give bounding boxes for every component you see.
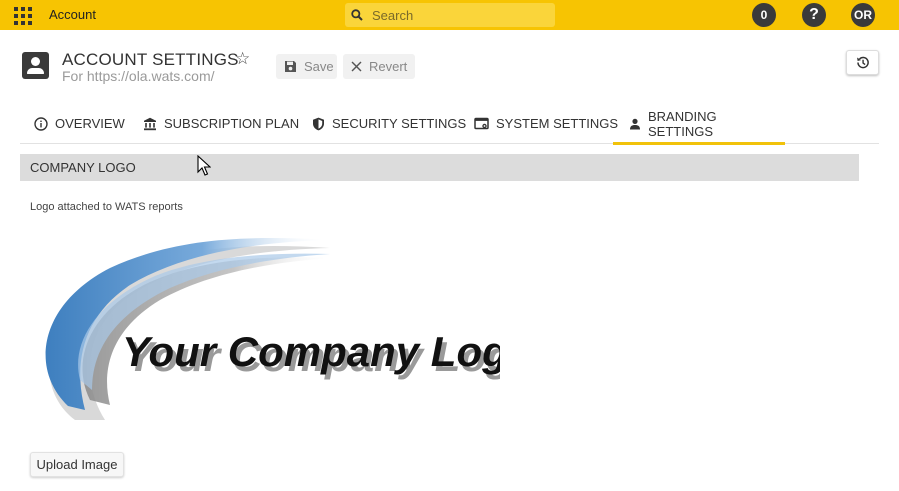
company-logo-image: Your Company Logo Your Company Logo	[45, 238, 500, 420]
notifications-badge[interactable]: 0	[752, 3, 776, 27]
settings-tabs: OVERVIEW SUBSCRIPTION PLAN SECURITY SETT…	[20, 104, 879, 145]
save-label: Save	[304, 59, 334, 74]
search-input[interactable]	[372, 6, 547, 24]
tab-branding-settings-label: BRANDING SETTINGS	[648, 108, 717, 139]
company-logo-section-header: COMPANY LOGO	[20, 154, 859, 181]
apps-grid-icon[interactable]	[14, 7, 32, 25]
logo-text: Your Company Logo	[122, 328, 500, 375]
tab-subscription-plan[interactable]: SUBSCRIPTION PLAN	[143, 104, 299, 143]
monitor-settings-icon	[474, 117, 489, 131]
history-icon	[857, 56, 869, 69]
revert-button[interactable]: Revert	[343, 54, 415, 79]
page-title: ACCOUNT SETTINGS	[62, 50, 239, 69]
page-subtitle: For https://ola.wats.com/	[62, 68, 215, 84]
floppy-disk-icon	[284, 60, 297, 73]
upload-image-button[interactable]: Upload Image	[30, 452, 124, 477]
tab-system-settings-label: SYSTEM SETTINGS	[496, 116, 619, 131]
top-bar: Account 0 ? OR	[0, 0, 899, 30]
logo-description: Logo attached to WATS reports	[30, 201, 183, 213]
favorite-star-icon[interactable]: ☆	[235, 49, 250, 69]
close-icon	[351, 61, 362, 72]
app-title: Account	[49, 7, 96, 22]
tab-security-settings-label: SECURITY SETTINGS	[332, 116, 467, 131]
tab-overview[interactable]: OVERVIEW	[34, 104, 125, 143]
tab-branding-settings[interactable]: BRANDING SETTINGS	[613, 104, 785, 145]
save-button[interactable]: Save	[276, 54, 337, 79]
person-icon	[629, 118, 641, 130]
info-icon	[34, 116, 48, 131]
tab-system-settings[interactable]: SYSTEM SETTINGS	[474, 104, 618, 143]
bank-icon	[143, 117, 157, 131]
help-button[interactable]: ?	[802, 3, 826, 27]
history-button[interactable]	[846, 50, 879, 75]
user-avatar[interactable]: OR	[851, 3, 875, 27]
shield-icon	[312, 117, 325, 131]
tab-overview-label: OVERVIEW	[55, 116, 125, 131]
revert-label: Revert	[369, 59, 408, 74]
tab-subscription-plan-label: SUBSCRIPTION PLAN	[164, 116, 300, 131]
search-box[interactable]	[345, 3, 555, 27]
tab-security-settings[interactable]: SECURITY SETTINGS	[312, 104, 466, 143]
account-icon	[22, 52, 49, 79]
search-icon	[351, 9, 363, 21]
mouse-cursor-icon	[197, 155, 211, 176]
